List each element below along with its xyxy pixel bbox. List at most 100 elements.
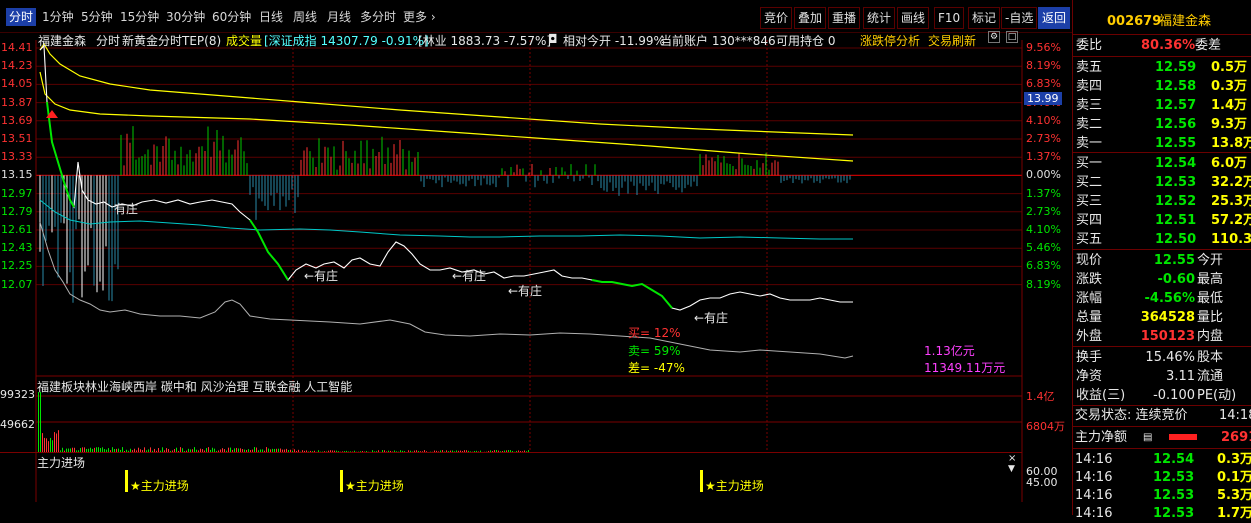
quote-label: 涨跌	[1076, 270, 1102, 289]
bid-row[interactable]: 买三12.5225.3万	[1073, 192, 1251, 211]
tab-intraday[interactable]: 分时	[6, 8, 36, 26]
close-icon[interactable]: ×	[1008, 453, 1016, 464]
ask-price: 12.58	[1155, 77, 1196, 96]
ask-label: 卖三	[1076, 96, 1102, 115]
volume-bar	[48, 441, 49, 452]
avg-line-lower	[40, 72, 853, 161]
divider	[1073, 448, 1251, 449]
tick-time: 14:16	[1075, 468, 1112, 487]
trade-refresh-link[interactable]: 交易刷新	[928, 32, 976, 49]
settings-icon[interactable]: ⚙	[988, 31, 1000, 43]
chart-indicator[interactable]: 新黄金分时TEP(8)	[122, 32, 221, 49]
watchlist-button[interactable]: -自选	[1001, 7, 1037, 29]
vertical-grid	[36, 40, 1022, 502]
tab-monthly[interactable]: 月线	[327, 8, 351, 26]
statistics-button[interactable]: 统计	[863, 7, 895, 29]
tab-1min[interactable]: 1分钟	[42, 8, 74, 26]
f10-button[interactable]: F10	[934, 7, 964, 29]
limit-analysis-link[interactable]: 涨跌停分析	[860, 32, 920, 49]
current-account[interactable]: 当前账户 130***846	[660, 32, 776, 49]
ask-row[interactable]: 卖五12.590.5万	[1073, 58, 1251, 77]
mark-button[interactable]: 标记	[968, 7, 1000, 29]
percent-tick: 5.46%	[1026, 241, 1061, 254]
quote-row: 总量364528量比	[1073, 308, 1251, 327]
volume-axis-label: 99323	[0, 388, 35, 401]
net-flow-label: 主力净额	[1075, 428, 1127, 447]
percent-tick: 0.00%	[1026, 168, 1061, 181]
tick-price: 12.54	[1153, 450, 1194, 469]
ask-row[interactable]: 卖三 12.57 1.4万	[1073, 96, 1251, 115]
price-tick: 14.05	[1, 77, 33, 90]
main-force-signal: ★主力进场	[130, 477, 189, 494]
ask-row[interactable]: 卖四12.580.3万	[1073, 77, 1251, 96]
list-icon[interactable]: ▤	[1143, 428, 1152, 447]
maximize-icon[interactable]: □	[1006, 31, 1018, 43]
overlay-button[interactable]: 叠加	[794, 7, 826, 29]
ask-price: 12.57	[1155, 96, 1196, 115]
stat-label: 换手	[1076, 348, 1102, 367]
tab-daily[interactable]: 日线	[259, 8, 283, 26]
bid-volume: 6.0万	[1211, 154, 1247, 173]
current-price-tag: 13.99	[1024, 92, 1062, 105]
tab-15min[interactable]: 15分钟	[120, 8, 159, 26]
bid-row[interactable]: 买四12.5157.2万	[1073, 211, 1251, 230]
tab-more[interactable]: 更多 ›	[403, 8, 436, 26]
price-tick: 12.97	[1, 187, 33, 200]
bid-label: 买一	[1076, 154, 1102, 173]
volume-label: 成交量	[226, 32, 262, 49]
ask-row[interactable]: 卖一12.5513.8万	[1073, 134, 1251, 153]
bid-row[interactable]: 买五12.50110.3万	[1073, 230, 1251, 249]
divider	[1073, 34, 1251, 35]
bid-row[interactable]: 买一12.546.0万	[1073, 154, 1251, 173]
tick-volume: 0.1万	[1217, 468, 1251, 487]
tick-price: 12.53	[1153, 504, 1194, 523]
zhuang-label: ←有庄	[694, 309, 728, 326]
tab-multi-intraday[interactable]: 多分时	[360, 8, 396, 26]
camera-icon[interactable]: ◘	[548, 32, 558, 46]
divider	[1073, 426, 1251, 427]
main-force-signal: ★主力进场	[705, 477, 764, 494]
price-tick: 12.07	[1, 278, 33, 291]
percent-tick: 2.73%	[1026, 205, 1061, 218]
tick-price: 12.53	[1153, 486, 1194, 505]
stat-row: 净资3.11流通	[1073, 367, 1251, 386]
weicha-label: 委差	[1195, 36, 1221, 55]
stat-row: 换手15.46%股本	[1073, 348, 1251, 367]
auction-button[interactable]: 竞价	[760, 7, 792, 29]
chart-canvas	[0, 32, 1072, 515]
tick-volume: 5.3万	[1217, 486, 1251, 505]
back-button[interactable]: 返回	[1038, 7, 1070, 29]
percent-tick: 9.56%	[1026, 41, 1061, 54]
volume-bar	[40, 392, 41, 452]
volume-bar	[46, 438, 47, 452]
tick-row: 14:1612.540.3万	[1073, 450, 1251, 469]
price-tick: 13.51	[1, 132, 33, 145]
bid-price: 12.51	[1155, 211, 1196, 230]
stock-code: 002679	[1107, 12, 1161, 31]
bid-price: 12.53	[1155, 173, 1196, 192]
ask-volume: 13.8万	[1211, 134, 1251, 153]
bid-volume: 32.2万	[1211, 173, 1251, 192]
bid-row[interactable]: 买二 12.53 32.2万	[1073, 173, 1251, 192]
quote-label: 现价	[1076, 251, 1102, 270]
chevron-down-icon[interactable]: ▼	[1008, 464, 1015, 474]
tab-weekly[interactable]: 周线	[293, 8, 317, 26]
ask-volume: 0.3万	[1211, 77, 1247, 96]
quote-label: 总量	[1076, 308, 1102, 327]
stat-label: 净资	[1076, 367, 1102, 386]
quote-value: 150123	[1133, 327, 1195, 346]
ask-volume: 1.4万	[1211, 96, 1247, 115]
price-tick: 12.25	[1, 259, 33, 272]
zhuang-label: ←有庄	[452, 267, 486, 284]
tab-30min[interactable]: 30分钟	[166, 8, 205, 26]
draw-line-button[interactable]: 画线	[897, 7, 929, 29]
ask-row[interactable]: 卖二12.569.3万	[1073, 115, 1251, 134]
signal-marker	[700, 470, 703, 492]
replay-button[interactable]: 重播	[828, 7, 860, 29]
tab-60min[interactable]: 60分钟	[212, 8, 251, 26]
signal-marker	[125, 470, 128, 492]
bid-label: 买二	[1076, 173, 1102, 192]
net-flow-row[interactable]: 主力净额 ▤ 2691	[1073, 428, 1251, 447]
tab-5min[interactable]: 5分钟	[81, 8, 113, 26]
percent-tick: 8.19%	[1026, 59, 1061, 72]
